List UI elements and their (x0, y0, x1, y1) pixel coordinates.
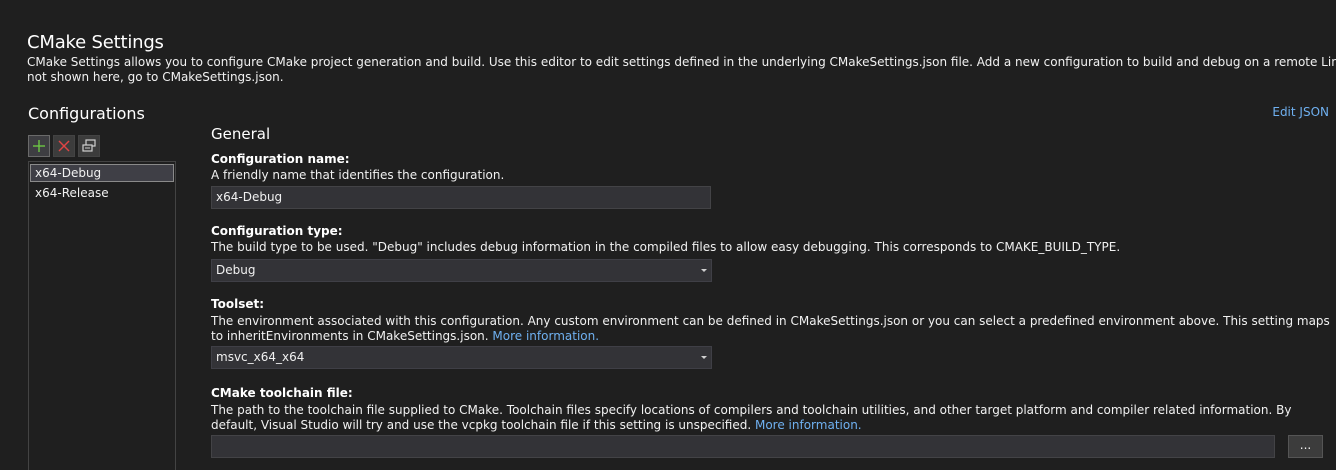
toolchain-file-label: CMake toolchain file: (211, 386, 353, 400)
configuration-type-select[interactable]: Debug (211, 259, 712, 282)
toolset-help: The environment associated with this con… (211, 314, 1331, 344)
toolchain-more-info-link[interactable]: More information. (755, 418, 862, 432)
page-description: CMake Settings allows you to configure C… (27, 55, 1336, 85)
toolset-value: msvc_x64_x64 (216, 350, 305, 364)
configuration-item-x64-release[interactable]: x64-Release (30, 184, 174, 202)
delete-configuration-button[interactable] (53, 135, 75, 157)
configurations-title: Configurations (28, 104, 145, 123)
page-title: CMake Settings (27, 32, 164, 53)
browse-toolchain-button[interactable]: ... (1288, 435, 1323, 458)
configuration-item-x64-debug[interactable]: x64-Debug (30, 164, 174, 182)
configurations-list: x64-Debug x64-Release (28, 161, 176, 470)
toolchain-help-text: The path to the toolchain file supplied … (211, 403, 1292, 432)
configurations-toolbar (28, 135, 100, 157)
cmake-settings-page: CMake Settings CMake Settings allows you… (0, 0, 1336, 470)
chevron-down-icon (701, 356, 707, 359)
copy-icon (82, 139, 96, 152)
add-configuration-button[interactable] (28, 135, 50, 157)
configuration-type-value: Debug (216, 263, 256, 277)
configuration-name-label: Configuration name: (211, 152, 350, 166)
configuration-name-help: A friendly name that identifies the conf… (211, 168, 505, 182)
toolchain-file-help: The path to the toolchain file supplied … (211, 403, 1331, 433)
toolchain-file-input[interactable] (211, 435, 1275, 458)
toolset-label: Toolset: (211, 297, 265, 311)
description-line-2: not shown here, go to CMakeSettings.json… (27, 70, 284, 84)
configuration-type-help: The build type to be used. "Debug" inclu… (211, 240, 1121, 254)
edit-json-link[interactable]: Edit JSON (1272, 105, 1329, 119)
description-line-1: CMake Settings allows you to configure C… (27, 55, 1336, 69)
configuration-name-input[interactable]: x64-Debug (211, 186, 711, 209)
toolset-select[interactable]: msvc_x64_x64 (211, 346, 712, 369)
delete-icon (58, 140, 70, 152)
add-icon (33, 140, 45, 152)
section-title-general: General (211, 125, 271, 143)
copy-configuration-button[interactable] (78, 135, 100, 157)
toolset-help-text: The environment associated with this con… (211, 314, 1330, 343)
configuration-type-label: Configuration type: (211, 224, 343, 238)
toolset-more-info-link[interactable]: More information. (492, 329, 599, 343)
chevron-down-icon (701, 269, 707, 272)
